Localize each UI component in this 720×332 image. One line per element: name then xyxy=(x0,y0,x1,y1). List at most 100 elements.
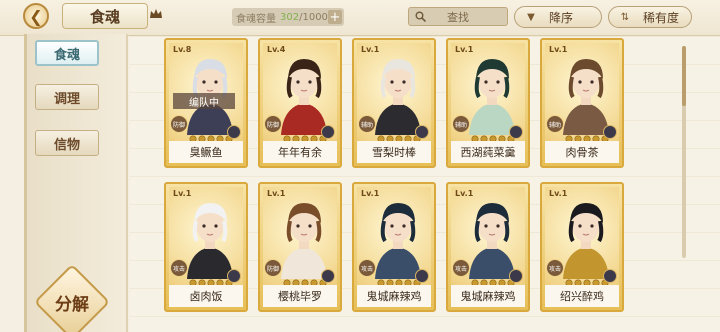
star-icon xyxy=(592,128,600,143)
capacity-label: 食魂容量 xyxy=(236,13,276,25)
star-icon xyxy=(471,272,479,287)
star-icon xyxy=(565,272,573,287)
star-icon xyxy=(489,272,497,287)
star-icon xyxy=(574,272,582,287)
card-name: 鬼城麻辣鸡 xyxy=(357,285,431,307)
search-icon xyxy=(415,11,426,22)
star-icon xyxy=(292,272,300,287)
star-icon xyxy=(395,272,403,287)
star-icon xyxy=(377,128,385,143)
star-icon xyxy=(283,128,291,143)
star-icon xyxy=(480,272,488,287)
card-level: Lv.1 xyxy=(455,189,474,198)
sidebar: 食魂 调理 信物 分解 xyxy=(24,34,128,332)
element-icon xyxy=(509,125,523,139)
decompose-label: 分解 xyxy=(55,295,89,315)
sort-icon: ▼ xyxy=(527,11,535,23)
in-team-badge: 编队中 xyxy=(173,93,235,109)
element-icon xyxy=(415,125,429,139)
top-bar: ❮ 食魂 食魂容量 302 /1000 + 查找 ▼ 降序 ⇅ 稀有度 xyxy=(0,0,720,36)
role-badge: 防御 xyxy=(264,259,282,277)
capacity-used: 302 xyxy=(280,11,300,23)
star-icon xyxy=(592,272,600,287)
star-icon xyxy=(377,272,385,287)
star-icon xyxy=(310,272,318,287)
crown-icon xyxy=(150,9,162,18)
card-art: Lv.1 辅助 西湖莼菜羹 xyxy=(451,43,525,163)
character-card[interactable]: Lv.1 防御 樱桃毕罗 xyxy=(258,182,342,312)
card-art: Lv.1 防御 樱桃毕罗 xyxy=(263,187,337,307)
star-icon xyxy=(583,272,591,287)
star-icon xyxy=(189,128,197,143)
star-icon xyxy=(283,272,291,287)
element-icon xyxy=(415,269,429,283)
card-level: Lv.8 xyxy=(173,45,192,54)
star-icon xyxy=(489,128,497,143)
card-art: Lv.1 攻击 卤肉饭 xyxy=(169,187,243,307)
star-icon xyxy=(404,272,412,287)
back-chevron-icon: ❮ xyxy=(23,3,49,29)
character-card[interactable]: Lv.1 辅助 西湖莼菜羹 xyxy=(446,38,530,168)
star-icon xyxy=(471,128,479,143)
star-icon xyxy=(198,128,206,143)
character-card[interactable]: Lv.4 防御 年年有余 xyxy=(258,38,342,168)
back-button[interactable]: ❮ xyxy=(6,2,66,30)
tab-conditioning[interactable]: 调理 xyxy=(35,84,99,110)
star-icon xyxy=(310,128,318,143)
card-level: Lv.4 xyxy=(267,45,286,54)
star-icon xyxy=(404,128,412,143)
character-card[interactable]: Lv.1 辅助 肉骨茶 xyxy=(540,38,624,168)
card-level: Lv.1 xyxy=(455,45,474,54)
card-art: Lv.4 防御 年年有余 xyxy=(263,43,337,163)
character-card[interactable]: Lv.1 攻击 鬼城麻辣鸡 xyxy=(352,182,436,312)
role-badge: 辅助 xyxy=(358,115,376,133)
star-icon xyxy=(480,128,488,143)
role-badge: 攻击 xyxy=(358,259,376,277)
rarity-label: 稀有度 xyxy=(643,10,680,25)
role-badge: 防御 xyxy=(170,115,188,133)
capacity-add-button[interactable]: + xyxy=(328,10,342,24)
star-icon xyxy=(207,272,215,287)
sort-order-button[interactable]: ▼ 降序 xyxy=(514,6,602,28)
star-icon xyxy=(574,128,582,143)
card-name: 臭鳜鱼 xyxy=(169,141,243,163)
role-badge: 防御 xyxy=(264,115,282,133)
star-icon xyxy=(189,272,197,287)
tab-token[interactable]: 信物 xyxy=(35,130,99,156)
star-icon xyxy=(498,272,506,287)
card-name: 鬼城麻辣鸡 xyxy=(451,285,525,307)
role-badge: 攻击 xyxy=(452,259,470,277)
element-icon xyxy=(227,125,241,139)
card-level: Lv.1 xyxy=(361,45,380,54)
tab-food-soul[interactable]: 食魂 xyxy=(35,40,99,66)
element-icon xyxy=(603,269,617,283)
rarity-filter-button[interactable]: ⇅ 稀有度 xyxy=(608,6,692,28)
card-art: Lv.8 编队中 防御 臭鳜鱼 xyxy=(169,43,243,163)
character-card[interactable]: Lv.1 攻击 鬼城麻辣鸡 xyxy=(446,182,530,312)
scrollbar[interactable] xyxy=(682,46,686,258)
element-icon xyxy=(509,269,523,283)
scrollbar-thumb[interactable] xyxy=(682,46,686,106)
role-badge: 辅助 xyxy=(452,115,470,133)
card-level: Lv.1 xyxy=(549,45,568,54)
character-card[interactable]: Lv.1 攻击 绍兴醉鸡 xyxy=(540,182,624,312)
card-name: 卤肉饭 xyxy=(169,285,243,307)
card-name: 肉骨茶 xyxy=(545,141,619,163)
character-card[interactable]: Lv.1 辅助 雪梨时棒 xyxy=(352,38,436,168)
star-icon xyxy=(386,128,394,143)
decompose-button[interactable]: 分解 xyxy=(33,263,111,332)
search-placeholder: 查找 xyxy=(447,10,469,24)
star-icon xyxy=(395,128,403,143)
star-icon xyxy=(216,128,224,143)
search-input[interactable]: 查找 xyxy=(408,7,508,26)
card-name: 樱桃毕罗 xyxy=(263,285,337,307)
character-card[interactable]: Lv.8 编队中 防御 臭鳜鱼 xyxy=(164,38,248,168)
card-art: Lv.1 攻击 鬼城麻辣鸡 xyxy=(451,187,525,307)
card-level: Lv.1 xyxy=(267,189,286,198)
card-art: Lv.1 攻击 鬼城麻辣鸡 xyxy=(357,187,431,307)
character-card[interactable]: Lv.1 攻击 卤肉饭 xyxy=(164,182,248,312)
star-icon xyxy=(565,128,573,143)
card-name: 绍兴醉鸡 xyxy=(545,285,619,307)
role-badge: 辅助 xyxy=(546,115,564,133)
page-title: 食魂 xyxy=(62,3,148,29)
